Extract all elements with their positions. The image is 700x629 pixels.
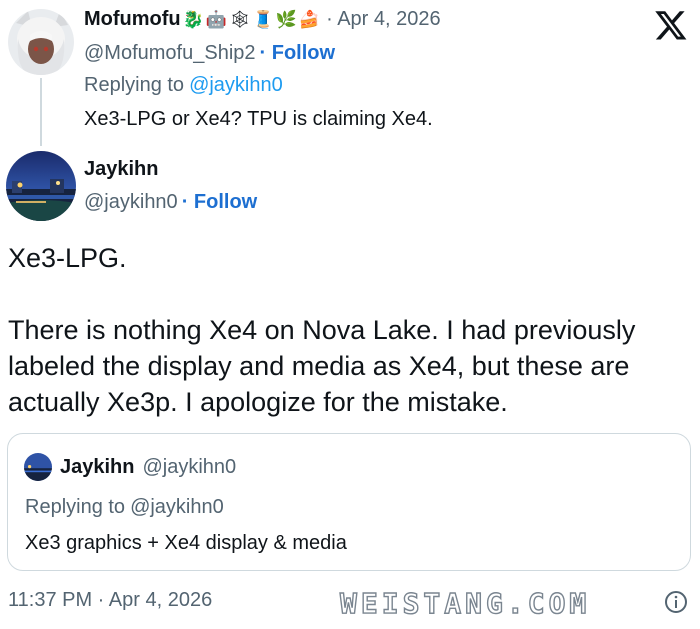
parent-replying-prefix: Replying to bbox=[84, 74, 185, 96]
parent-date[interactable]: · Apr 4, 2026 bbox=[326, 8, 441, 31]
cake-emoji-icon: 🍰 bbox=[298, 10, 321, 29]
parent-replying-handle[interactable]: @jaykihn0 bbox=[189, 74, 283, 97]
quoted-avatar bbox=[24, 453, 52, 481]
parent-display-name[interactable]: Mofumofu bbox=[84, 8, 181, 31]
x-logo-icon[interactable] bbox=[654, 8, 688, 42]
main-tweet-line-1: Xe3-LPG. bbox=[8, 243, 127, 273]
quoted-replying-to: Replying to @jaykihn0 bbox=[25, 496, 224, 519]
main-handle-row: @jaykihn0 · Follow bbox=[84, 191, 257, 214]
main-tweet-line-4: actually Xe3p. I apologize for the mista… bbox=[8, 387, 508, 417]
thread-connector bbox=[40, 78, 42, 146]
quoted-handle: @jaykihn0 bbox=[142, 456, 237, 478]
quoted-tweet-card[interactable]: Jaykihn @jaykihn0 Replying to @jaykihn0 … bbox=[7, 433, 691, 571]
main-handle[interactable]: @jaykihn0 bbox=[84, 191, 178, 214]
thread-emoji-icon: 🧵 bbox=[252, 10, 274, 29]
tweet-timestamp[interactable]: 11:37 PM · Apr 4, 2026 bbox=[8, 589, 212, 612]
parent-tweet-text: Xe3-LPG or Xe4? TPU is claiming Xe4. bbox=[84, 108, 433, 130]
parent-handle[interactable]: @Mofumofu_Ship2 bbox=[84, 42, 256, 65]
spider-web-emoji-icon: 🕸 bbox=[228, 10, 251, 29]
quoted-replying-handle: @jaykihn0 bbox=[130, 496, 224, 518]
main-follow-button[interactable]: · Follow bbox=[182, 191, 258, 214]
main-avatar[interactable] bbox=[6, 151, 76, 221]
parent-handle-row: @Mofumofu_Ship2 · Follow bbox=[84, 42, 335, 65]
parent-header: Mofumofu 🐉 🤖 🕸 🧵 🌿 🍰 · Apr 4, 2026 bbox=[84, 8, 441, 31]
info-icon[interactable] bbox=[664, 590, 688, 614]
parent-replying-to: Replying to @jaykihn0 bbox=[84, 74, 283, 97]
quoted-tweet-text: Xe3 graphics + Xe4 display & media bbox=[25, 532, 347, 554]
robot-emoji-icon: 🤖 bbox=[205, 10, 227, 29]
quoted-header: Jaykihn @jaykihn0 bbox=[60, 456, 236, 479]
watermark: WEISTANG.COM bbox=[339, 586, 591, 620]
herb-emoji-icon: 🌿 bbox=[275, 10, 297, 29]
quoted-replying-prefix: Replying to bbox=[25, 496, 126, 518]
dragon-emoji-icon: 🐉 bbox=[182, 10, 204, 29]
quoted-display-name: Jaykihn bbox=[60, 456, 135, 478]
parent-avatar[interactable] bbox=[8, 9, 74, 75]
main-tweet-line-3: labeled the display and media as Xe4, bu… bbox=[8, 351, 630, 381]
main-display-name[interactable]: Jaykihn bbox=[84, 158, 158, 181]
parent-follow-button[interactable]: · Follow bbox=[260, 42, 336, 65]
main-tweet-line-2: There is nothing Xe4 on Nova Lake. I had… bbox=[8, 315, 636, 345]
